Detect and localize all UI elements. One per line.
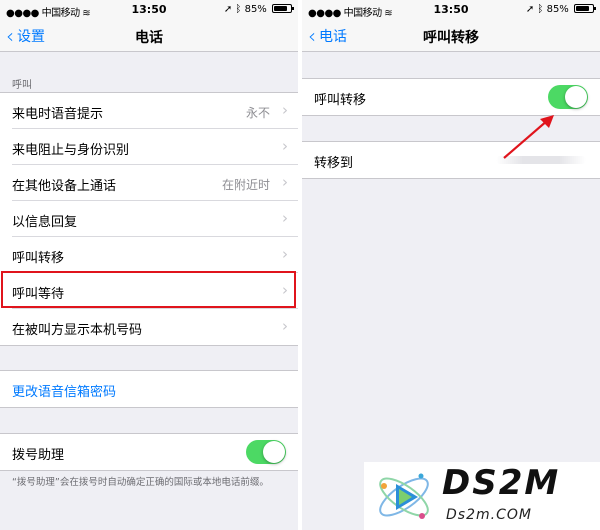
status-right: ➚ ᛒ 85% [223, 4, 294, 15]
row-label: 转移到 [314, 156, 354, 171]
row-label: 以信息回复 [12, 215, 78, 230]
row-call-blocking[interactable]: 来电阻止与身份识别 › [12, 129, 298, 165]
row-calls-on-other-devices[interactable]: 在其他设备上通话 在附近时 › [12, 165, 298, 201]
row-label: 呼叫转移 [314, 93, 367, 108]
row-label: 呼叫等待 [12, 287, 65, 302]
row-label: 更改语音信箱密码 [12, 385, 117, 400]
watermark-brand: DS2M [442, 463, 561, 503]
call-forwarding-toggle[interactable] [548, 85, 588, 109]
status-bar: ●●●● 中国移动 ≋ 13:50 ➚ ᛒ 85% [0, 0, 298, 20]
ds2m-logo-icon [379, 473, 429, 519]
chevron-right-icon: › [282, 101, 288, 119]
page-title: 呼叫转移 [423, 30, 479, 46]
row-call-waiting[interactable]: 呼叫等待 › [12, 273, 298, 309]
toggle-knob [263, 441, 285, 463]
dial-assist-footnote: “拨号助理”会在拨号时自动确定正确的国际或本地电话前缀。 [12, 477, 269, 488]
battery-percent: 85% [244, 4, 267, 15]
row-show-caller-id[interactable]: 在被叫方显示本机号码 › [12, 309, 298, 345]
forward-number-redacted [496, 156, 586, 164]
row-detail: 在附近时 [221, 178, 270, 192]
row-dial-assist: 拨号助理 [12, 434, 298, 470]
chevron-right-icon: › [282, 209, 288, 227]
bluetooth-icon: ᛒ [235, 4, 242, 15]
row-label: 拨号助理 [12, 448, 65, 463]
change-voicemail-password-link[interactable]: 更改语音信箱密码 [12, 371, 298, 407]
row-label: 在其他设备上通话 [12, 179, 117, 194]
row-announce-calls[interactable]: 来电时语音提示 永不 › [12, 93, 298, 129]
section-header-calls: 呼叫 [12, 80, 32, 91]
chevron-right-icon: › [282, 281, 288, 299]
row-forward-to[interactable]: 转移到 [314, 142, 600, 178]
chevron-right-icon: › [282, 317, 288, 335]
row-call-forwarding-toggle: 呼叫转移 [314, 79, 600, 115]
nav-bar: ‹ 设置 电话 [0, 20, 298, 52]
page-title: 电话 [135, 30, 163, 46]
battery-percent: 85% [546, 4, 569, 15]
watermark: DS2M Ds2m.COM [364, 462, 600, 530]
row-label: 来电阻止与身份识别 [12, 143, 130, 158]
row-label: 在被叫方显示本机号码 [12, 323, 143, 338]
watermark-domain: Ds2m.COM [446, 507, 532, 523]
dial-assist-group: 拨号助理 [0, 433, 298, 471]
forward-to-group: 转移到 [302, 141, 600, 179]
dial-assist-toggle[interactable] [246, 440, 286, 464]
row-call-forwarding[interactable]: 呼叫转移 › [12, 237, 298, 273]
call-forwarding-group: 呼叫转移 [302, 78, 600, 116]
status-right: ➚ ᛒ 85% [525, 4, 596, 15]
chevron-right-icon: › [282, 173, 288, 191]
chevron-right-icon: › [282, 137, 288, 155]
chevron-right-icon: › [282, 245, 288, 263]
phone-settings-screen: ●●●● 中国移动 ≋ 13:50 ➚ ᛒ 85% ‹ 设置 电话 呼叫 来电时语… [0, 0, 298, 530]
row-label: 呼叫转移 [12, 251, 65, 266]
bluetooth-icon: ᛒ [537, 4, 544, 15]
location-icon: ➚ [525, 4, 535, 15]
status-bar: ●●●● 中国移动 ≋ 13:50 ➚ ᛒ 85% [302, 0, 600, 20]
row-label: 来电时语音提示 [12, 107, 104, 122]
calls-settings-group: 来电时语音提示 永不 › 来电阻止与身份识别 › 在其他设备上通话 在附近时 ›… [0, 92, 298, 346]
toggle-knob [565, 86, 587, 108]
row-detail: 永不 [245, 106, 270, 120]
battery-icon [272, 4, 294, 13]
call-forwarding-screen: ●●●● 中国移动 ≋ 13:50 ➚ ᛒ 85% ‹ 电话 呼叫转移 呼叫转移 … [302, 0, 600, 530]
voicemail-group: 更改语音信箱密码 [0, 370, 298, 408]
nav-bar: ‹ 电话 呼叫转移 [302, 20, 600, 52]
location-icon: ➚ [223, 4, 233, 15]
row-respond-with-text[interactable]: 以信息回复 › [12, 201, 298, 237]
battery-icon [574, 4, 596, 13]
